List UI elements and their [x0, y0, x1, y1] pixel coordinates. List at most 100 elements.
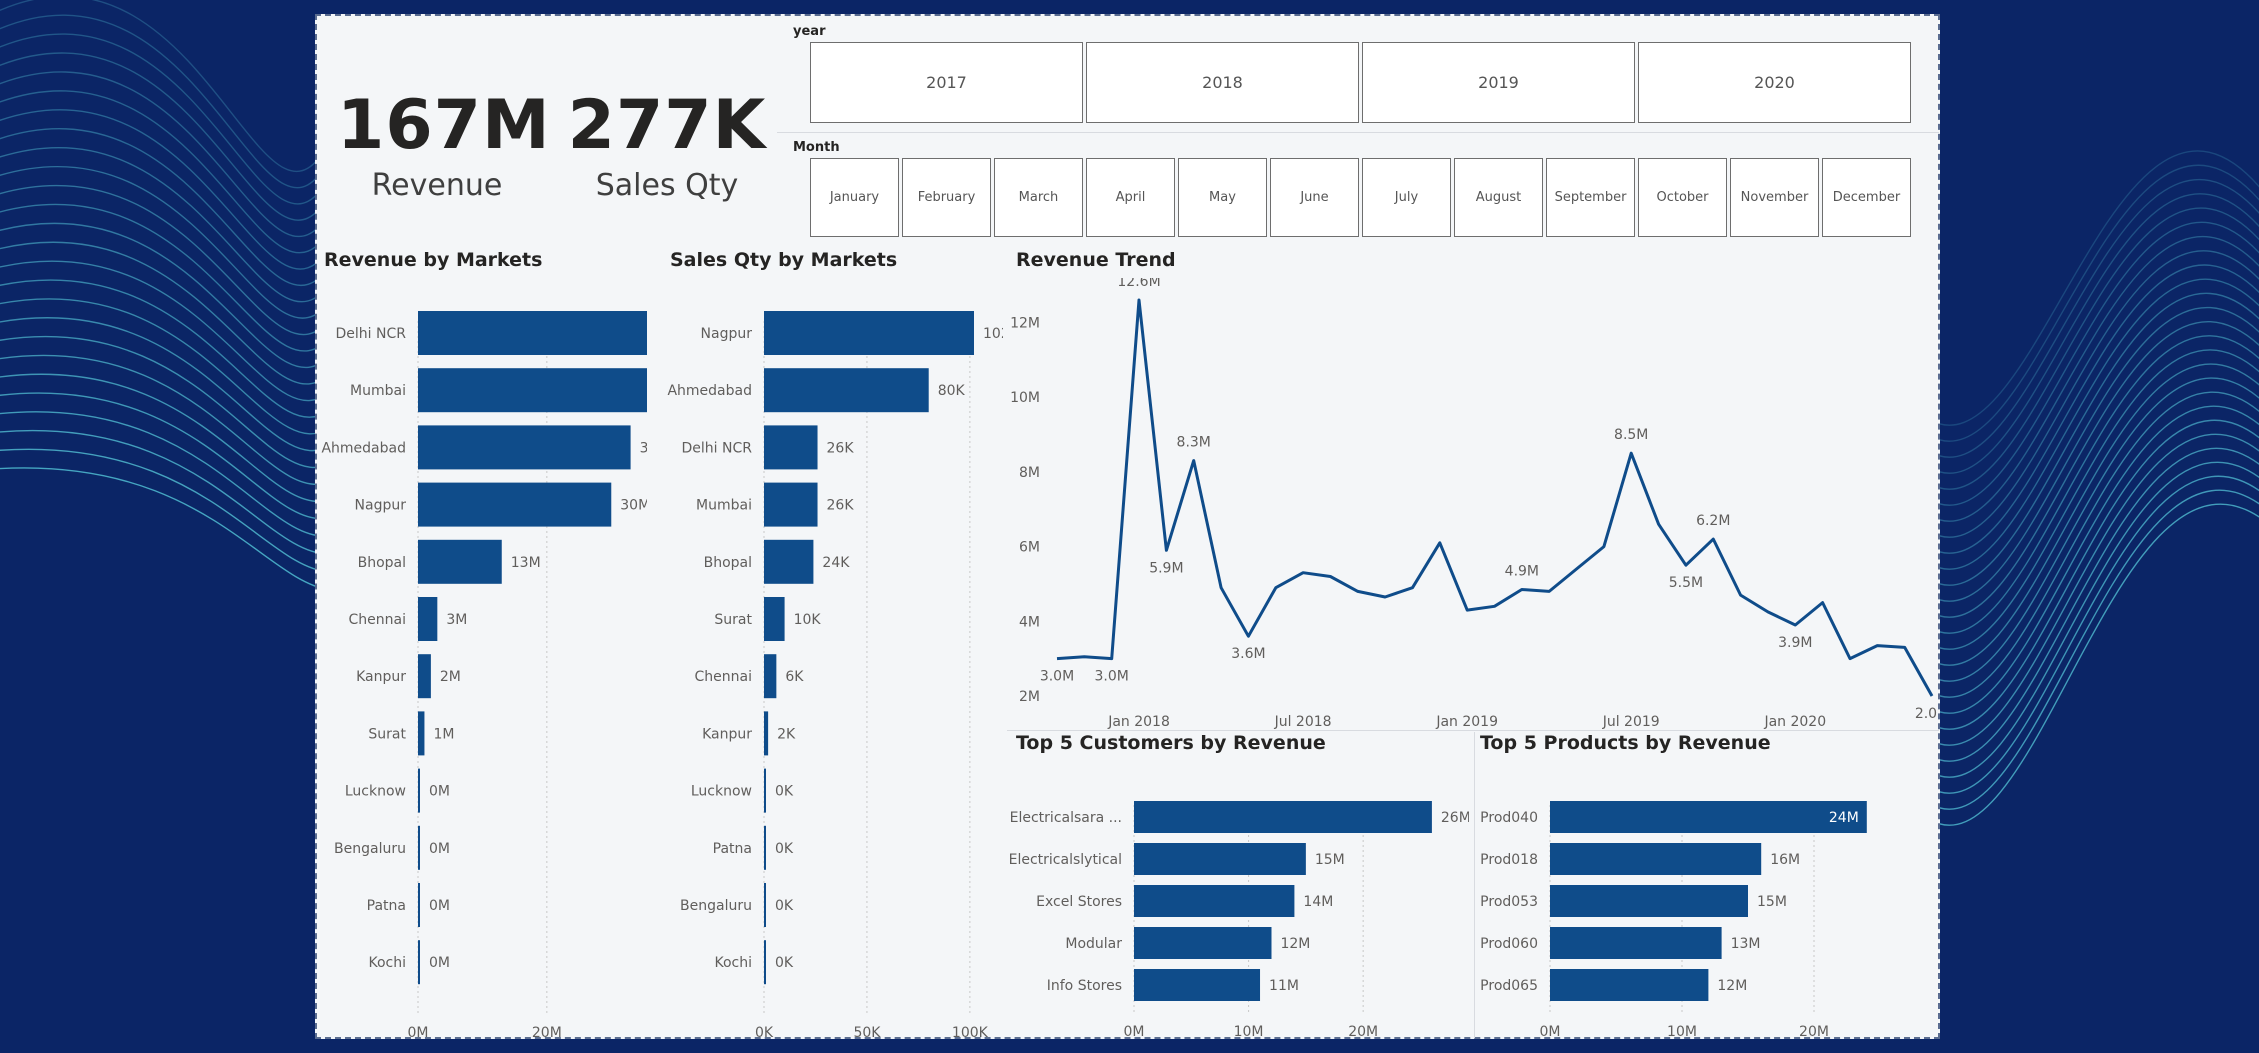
- category-label: Delhi NCR: [682, 440, 753, 456]
- revenue-trend-chart: 2M 4M 6M 8M 10M 12M Jan 2018 Jul 2018 Jan 2019 Ju…: [1010, 278, 1937, 730]
- bar: [1550, 969, 1709, 1001]
- month-tile-january[interactable]: January: [810, 158, 899, 237]
- category-label: Kochi: [714, 955, 752, 971]
- trend-divider: [1007, 730, 1939, 731]
- month-tile-december[interactable]: December: [1822, 158, 1911, 237]
- category-label: Patna: [713, 841, 752, 857]
- wave-line-right: [1929, 391, 2259, 698]
- bar: [764, 825, 766, 870]
- kpi-revenue-value: 167M: [337, 86, 551, 165]
- point-label: 4.9M: [1505, 564, 1539, 580]
- x-tick-label: 0M: [408, 1025, 429, 1038]
- bar: [418, 311, 647, 355]
- category-label: Kanpur: [356, 669, 406, 685]
- revenue-by-markets-chart: 0M20M40MDelhi NCR43MMumbai40MAhmedabad33…: [321, 311, 647, 1038]
- month-tile-october[interactable]: October: [1638, 158, 1727, 237]
- bar: [1134, 801, 1432, 833]
- month-tile-march[interactable]: March: [994, 158, 1083, 237]
- bar: [418, 883, 420, 927]
- year-slicer-title: year: [793, 24, 826, 39]
- category-label: Prod018: [1480, 852, 1538, 868]
- wave-line-left: [0, 33, 331, 205]
- bar: [418, 482, 612, 527]
- year-tile-2018[interactable]: 2018: [1086, 42, 1359, 123]
- category-label: Prod053: [1480, 894, 1538, 910]
- category-label: Lucknow: [691, 784, 752, 800]
- top5-divider: [1474, 732, 1475, 1038]
- month-tile-april[interactable]: April: [1086, 158, 1175, 237]
- data-label: 6K: [785, 669, 804, 685]
- month-tile-february[interactable]: February: [902, 158, 991, 237]
- month-tile-may[interactable]: May: [1178, 158, 1267, 237]
- data-label: 11M: [1269, 978, 1299, 994]
- data-label: 0K: [775, 784, 794, 800]
- kpi-revenue-card: 167M Revenue: [337, 86, 551, 206]
- x-tick-label: Jan 2018: [1107, 714, 1170, 730]
- data-label: 15M: [1315, 852, 1345, 868]
- revenue-trend-title: Revenue Trend: [1016, 249, 1176, 271]
- data-label: 0K: [775, 841, 794, 857]
- top-products-title: Top 5 Products by Revenue: [1480, 732, 1771, 754]
- sales-qty-by-markets-chart: 0K 50K 100K Nagpur 102K Ahmedabad 80K Delhi NCR…: [667, 311, 1003, 1038]
- bar: [764, 940, 766, 985]
- x-tick-label: 0M: [1124, 1024, 1145, 1040]
- x-tick-label: 10M: [1234, 1024, 1264, 1040]
- bar: [1134, 969, 1261, 1001]
- month-tile-august[interactable]: August: [1454, 158, 1543, 237]
- report-canvas: 167M Revenue 277K Sales Qty year 2017 201…: [315, 14, 1940, 1040]
- x-tick-label: Jan 2020: [1763, 714, 1826, 730]
- bar: [418, 597, 438, 641]
- bar: [764, 768, 766, 813]
- bar: [764, 654, 777, 699]
- x-tick-label: 10M: [1667, 1024, 1697, 1040]
- point-label: 3.9M: [1778, 635, 1812, 651]
- data-label: 0M: [429, 955, 450, 971]
- wave-line-right: [1929, 405, 2259, 714]
- category-label: Nagpur: [355, 498, 407, 514]
- month-tile-june[interactable]: June: [1270, 158, 1359, 237]
- data-label: 13M: [1731, 936, 1761, 952]
- data-label: 3M: [446, 612, 467, 628]
- year-tile-2017[interactable]: 2017: [810, 42, 1083, 123]
- x-tick-label: 50K: [853, 1025, 881, 1038]
- point-label: 3.0M: [1095, 669, 1129, 685]
- data-label: 24M: [1829, 810, 1859, 826]
- bar: [764, 368, 929, 413]
- data-label: 12M: [1717, 978, 1747, 994]
- data-label: 12M: [1280, 936, 1310, 952]
- point-label: 8.5M: [1614, 427, 1648, 443]
- category-label: Bengaluru: [334, 841, 406, 857]
- y-tick-label: 2M: [1019, 689, 1040, 705]
- data-label: 26M: [1441, 810, 1469, 826]
- x-tick-label: Jul 2019: [1602, 714, 1660, 730]
- year-tile-2019[interactable]: 2019: [1362, 42, 1635, 123]
- month-tile-september[interactable]: September: [1546, 158, 1635, 237]
- data-label: 14M: [1303, 894, 1333, 910]
- point-label: 12.6M: [1117, 278, 1160, 290]
- point-label: 6.2M: [1696, 513, 1730, 529]
- bar: [764, 597, 785, 641]
- month-tile-november[interactable]: November: [1730, 158, 1819, 237]
- category-label: Prod065: [1480, 978, 1538, 994]
- point-label: 2.0M: [1915, 706, 1937, 722]
- wave-line-right: [1929, 193, 2259, 474]
- wave-line-right: [1929, 207, 2259, 490]
- month-tile-july[interactable]: July: [1362, 158, 1451, 237]
- data-label: 26K: [827, 440, 855, 456]
- data-label: 1M: [433, 726, 454, 742]
- kpi-revenue-label: Revenue: [371, 168, 503, 203]
- wave-line-left: [0, 14, 331, 189]
- y-tick-label: 6M: [1019, 540, 1040, 556]
- year-tile-2020[interactable]: 2020: [1638, 42, 1911, 123]
- y-tick-label: 10M: [1010, 390, 1040, 406]
- wave-line-right: [1929, 349, 2259, 650]
- wave-line-left: [0, 52, 331, 221]
- top-customers-title: Top 5 Customers by Revenue: [1016, 732, 1326, 754]
- category-label: Ahmedabad: [667, 383, 752, 399]
- month-slicer-title: Month: [793, 140, 840, 155]
- bar: [418, 825, 420, 870]
- bar: [1550, 801, 1867, 833]
- bar: [1134, 843, 1306, 875]
- bar: [764, 883, 766, 927]
- category-label: Bhopal: [704, 555, 752, 571]
